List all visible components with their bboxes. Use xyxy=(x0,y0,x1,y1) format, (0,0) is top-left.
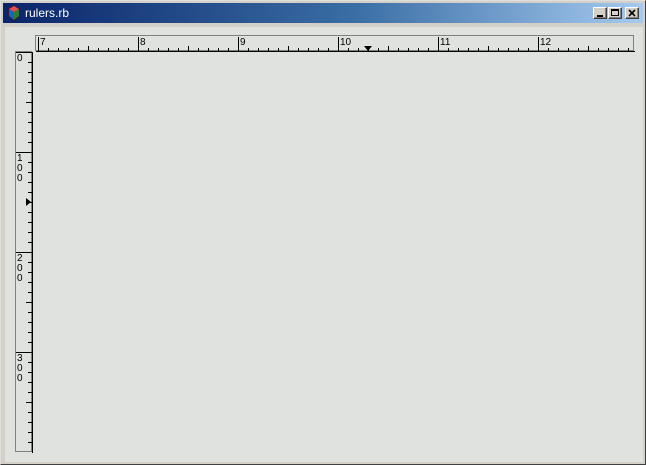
title-bar[interactable]: rulers.rb xyxy=(3,3,643,23)
horizontal-ruler-graphic: 7 8 9 10 11 12 xyxy=(36,37,635,52)
v-ruler-label: 100 xyxy=(17,153,23,184)
app-window: rulers.rb 7 8 9 10 11 12 0100200300 xyxy=(0,0,646,465)
svg-text:0: 0 xyxy=(17,373,23,384)
svg-text:0: 0 xyxy=(17,273,23,284)
minimize-icon xyxy=(597,15,603,17)
h-ruler-label: 11 xyxy=(440,37,451,48)
svg-text:0: 0 xyxy=(17,173,23,184)
v-ruler-label: 300 xyxy=(17,353,23,384)
maximize-icon xyxy=(611,9,619,16)
v-ruler-label: 200 xyxy=(17,253,23,284)
horizontal-ruler[interactable]: 7 8 9 10 11 12 xyxy=(35,35,635,52)
v-ruler-position-marker xyxy=(26,198,31,206)
svg-text:0: 0 xyxy=(17,53,23,64)
close-button[interactable] xyxy=(625,7,639,19)
vertical-ruler[interactable]: 0100200300 xyxy=(15,51,33,453)
close-icon xyxy=(628,9,636,17)
h-ruler-label: 10 xyxy=(340,37,352,48)
vertical-ruler-graphic: 0100200300 xyxy=(16,52,33,453)
h-ruler-label: 8 xyxy=(140,37,146,48)
h-ruler-position-marker xyxy=(364,46,372,51)
h-ruler-label: 7 xyxy=(40,37,46,48)
minimize-button[interactable] xyxy=(593,7,607,19)
ruby-app-icon[interactable] xyxy=(6,5,22,21)
window-title: rulers.rb xyxy=(25,6,70,20)
h-ruler-label: 12 xyxy=(540,37,552,48)
maximize-button[interactable] xyxy=(608,7,622,19)
v-ruler-label: 0 xyxy=(17,53,23,64)
h-ruler-label: 9 xyxy=(240,37,246,48)
drawing-canvas[interactable]: 7 8 9 10 11 12 0100200300 xyxy=(5,27,643,462)
